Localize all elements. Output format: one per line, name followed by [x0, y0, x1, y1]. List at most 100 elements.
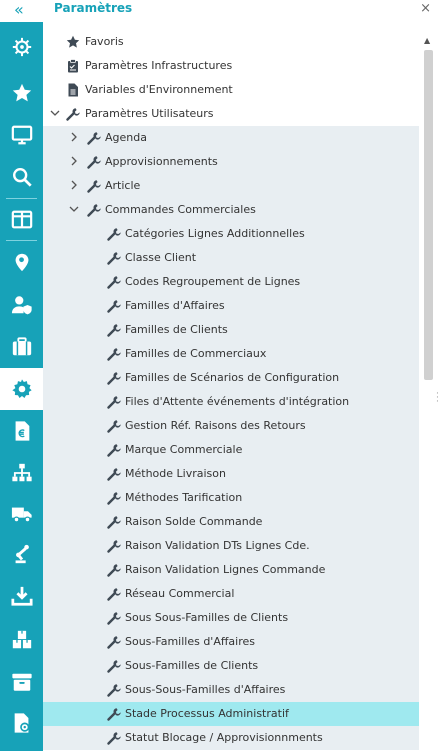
- tree-row[interactable]: Familles d'Affaires: [43, 294, 419, 318]
- tree-row[interactable]: Familles de Clients: [43, 318, 419, 342]
- tree-row-label: Commandes Commerciales: [105, 203, 256, 216]
- chevron-right-icon[interactable]: [68, 179, 80, 191]
- chevron-right-icon[interactable]: [68, 155, 80, 167]
- rail-robot-arm-button[interactable]: [0, 533, 43, 575]
- tree-row[interactable]: Raison Validation Lignes Commande: [43, 558, 419, 582]
- rail-separator: [6, 240, 37, 241]
- wrench-icon: [107, 372, 121, 385]
- tree-row[interactable]: Méthodes Tarification: [43, 486, 419, 510]
- close-button[interactable]: ×: [420, 1, 431, 16]
- rail-org-chart-button[interactable]: [0, 452, 43, 494]
- tree-row[interactable]: Sous-Familles d'Affaires: [43, 630, 419, 654]
- rail-truck-button[interactable]: [0, 493, 43, 535]
- tree-row-label: Marque Commerciale: [125, 443, 243, 456]
- scroll-up-arrow-icon[interactable]: ▲: [424, 36, 430, 45]
- chevron-down-icon[interactable]: [49, 107, 61, 119]
- wrench-icon: [66, 108, 80, 121]
- rail-panels-button[interactable]: [0, 199, 43, 241]
- wrench-icon: [107, 300, 121, 313]
- tree-row[interactable]: Familles de Commerciaux: [43, 342, 419, 366]
- tree-row-label: Variables d'Environnement: [85, 83, 233, 96]
- map-search-icon: [15, 253, 28, 272]
- tree-row-label: Familles d'Affaires: [125, 299, 225, 312]
- rail-search-button[interactable]: [0, 156, 43, 198]
- download-tray-icon: [10, 586, 33, 606]
- tree-row[interactable]: Sous-Sous-Familles d'Affaires: [43, 678, 419, 702]
- tree-row-label: Stade Processus Administratif: [125, 707, 289, 720]
- rail-boxes-button[interactable]: [0, 619, 43, 661]
- tree-row[interactable]: Raison Solde Commande: [43, 510, 419, 534]
- tree-row[interactable]: Gestion Réf. Raisons des Retours: [43, 414, 419, 438]
- tree-row[interactable]: Sous-Familles de Clients: [43, 654, 419, 678]
- chevron-right-icon[interactable]: [68, 131, 80, 143]
- tree-row[interactable]: Agenda: [43, 126, 419, 150]
- tree-row-label: Familles de Clients: [125, 323, 228, 336]
- resize-grip-icon[interactable]: · · ·: [436, 390, 439, 407]
- scroll-thumb[interactable]: [424, 50, 433, 380]
- tree-row[interactable]: Article: [43, 174, 419, 198]
- truck-icon: [11, 507, 32, 523]
- wrench-icon: [107, 660, 121, 673]
- rail-briefcase-button[interactable]: [0, 326, 43, 368]
- tree-row-label: Gestion Réf. Raisons des Retours: [125, 419, 306, 432]
- rail-invoice-euro-button[interactable]: [0, 410, 43, 452]
- panels-icon: [11, 210, 32, 229]
- rail-download-tray-button[interactable]: [0, 575, 43, 617]
- tree-row[interactable]: Paramètres Utilisateurs: [43, 102, 419, 126]
- tree-row[interactable]: Favoris: [43, 30, 419, 54]
- tree-row[interactable]: Classe Client: [43, 246, 419, 270]
- wrench-icon: [107, 324, 121, 337]
- vertical-scrollbar[interactable]: ▲: [419, 20, 441, 751]
- tree-row-label: Files d'Attente événements d'intégration: [125, 395, 350, 408]
- rail-star-button[interactable]: [0, 72, 43, 114]
- tree-row[interactable]: Raison Validation DTs Lignes Cde.: [43, 534, 419, 558]
- tree-row-label: Favoris: [85, 35, 124, 48]
- wrench-icon: [107, 684, 121, 697]
- rail-monitor-button[interactable]: [0, 114, 43, 156]
- page-title: Paramètres: [54, 1, 133, 15]
- gear-icon: [11, 379, 32, 398]
- tree-row[interactable]: Familles de Scénarios de Configuration: [43, 366, 419, 390]
- panel-header: Paramètres ×: [43, 0, 441, 20]
- tree-row-label: Agenda: [105, 131, 147, 144]
- rail-map-search-button[interactable]: [0, 241, 43, 283]
- tree-row-label: Article: [105, 179, 141, 192]
- tree-row[interactable]: Variables d'Environnement: [43, 78, 419, 102]
- rail-document-gear-button[interactable]: [0, 702, 43, 744]
- tree-row-label: Catégories Lignes Additionnelles: [125, 227, 305, 240]
- tree-row-label: Familles de Commerciaux: [125, 347, 267, 360]
- tree-row[interactable]: Méthode Livraison: [43, 462, 419, 486]
- wrench-icon: [87, 156, 101, 169]
- document-icon: [68, 83, 78, 97]
- tree-row[interactable]: Commandes Commerciales: [43, 198, 419, 222]
- tree-row[interactable]: Statut Blocage / Approvisionnments: [43, 726, 419, 750]
- helm-icon: [12, 37, 31, 57]
- wrench-icon: [107, 540, 121, 553]
- tree-row-label: Paramètres Infrastructures: [85, 59, 233, 72]
- tree-row[interactable]: Sous Sous-Familles de Clients: [43, 606, 419, 630]
- wrench-icon: [107, 612, 121, 625]
- tree-row[interactable]: Marque Commerciale: [43, 438, 419, 462]
- tree-row[interactable]: Codes Regroupement de Lignes: [43, 270, 419, 294]
- collapse-panel-button[interactable]: «: [14, 1, 24, 19]
- monitor-icon: [11, 125, 32, 145]
- tree-row-label: Sous-Familles d'Affaires: [125, 635, 256, 648]
- tree-row[interactable]: Files d'Attente événements d'intégration: [43, 390, 419, 414]
- briefcase-icon: [12, 337, 31, 356]
- wrench-icon: [107, 444, 121, 457]
- tree-row-label: Classe Client: [125, 251, 197, 264]
- tree-row[interactable]: Stade Processus Administratif: [43, 702, 419, 726]
- rail-helm-button[interactable]: [0, 26, 43, 68]
- tree-row-label: Approvisionnements: [105, 155, 218, 168]
- rail-archive-button[interactable]: [0, 661, 43, 703]
- chevron-down-icon[interactable]: [68, 203, 80, 215]
- star-icon: [66, 35, 80, 48]
- tree-row[interactable]: Catégories Lignes Additionnelles: [43, 222, 419, 246]
- rail-gear-button[interactable]: [0, 368, 43, 410]
- tree-row[interactable]: Paramètres Infrastructures: [43, 54, 419, 78]
- wrench-icon: [107, 348, 121, 361]
- tree-row[interactable]: Réseau Commercial: [43, 582, 419, 606]
- rail-user-shield-button[interactable]: [0, 284, 43, 326]
- tree-row[interactable]: Approvisionnements: [43, 150, 419, 174]
- wrench-icon: [107, 276, 121, 289]
